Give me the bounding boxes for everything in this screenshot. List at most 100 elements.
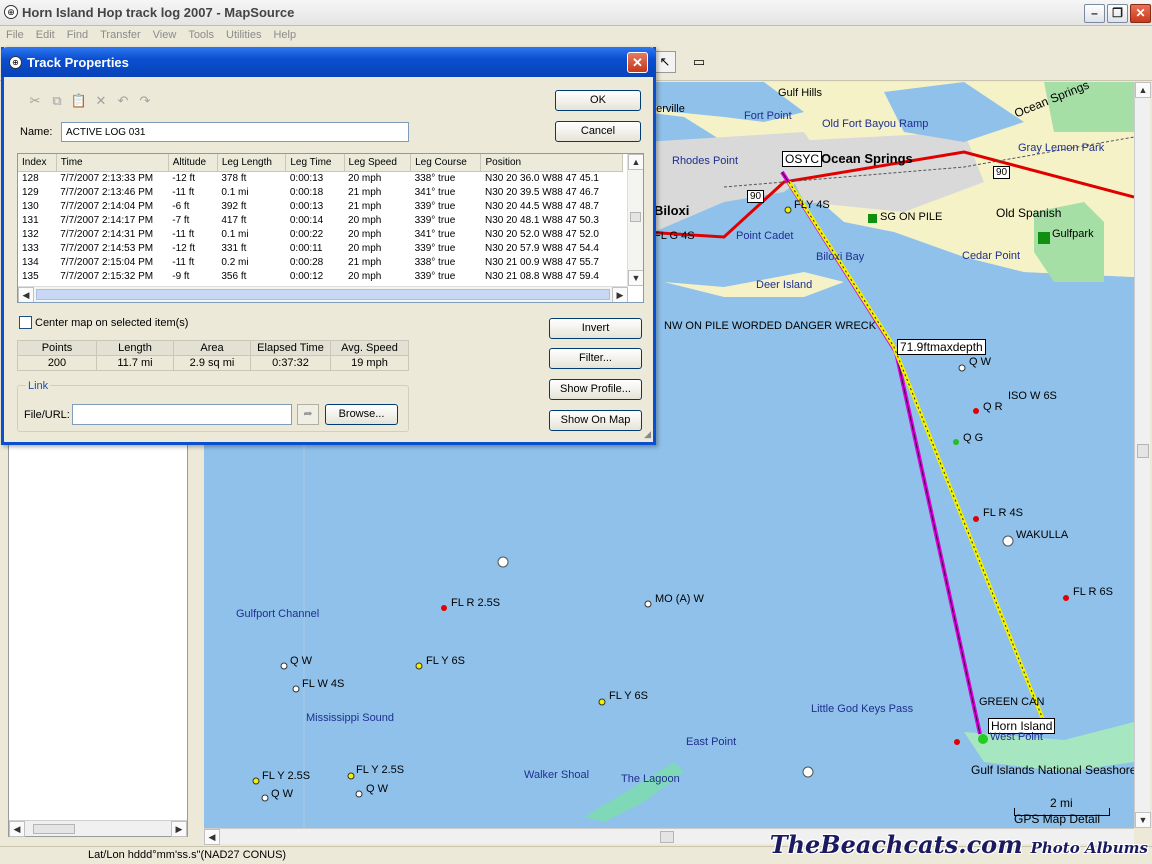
scroll-left-arrow-icon[interactable]: ◀ (18, 287, 34, 302)
table-cell: 339° true (414, 270, 456, 282)
menu-utilities[interactable]: Utilities (220, 26, 267, 41)
table-cell: 132 (22, 228, 39, 240)
deer-island (664, 272, 844, 297)
table-cell: N30 21 00.9 W88 47 55.7 (484, 256, 599, 268)
menu-find[interactable]: Find (61, 26, 94, 41)
scroll-left-arrow-icon[interactable]: ◀ (204, 829, 220, 845)
map-label: GREEN CAN (979, 696, 1045, 708)
table-row[interactable]: 133 7/7/2007 2:14:53 PM -12 ft 331 ft 0:00:1… (18, 241, 623, 255)
scroll-thumb[interactable] (36, 289, 610, 300)
map-label: Mississippi Sound (306, 712, 395, 724)
track-name-input[interactable] (61, 122, 409, 142)
copy-icon[interactable]: ⧉ (46, 93, 68, 111)
menu-transfer[interactable]: Transfer (94, 26, 147, 41)
scroll-up-arrow-icon[interactable]: ▲ (1135, 82, 1151, 98)
scroll-thumb[interactable] (33, 824, 75, 834)
menu-edit[interactable]: Edit (30, 26, 61, 41)
table-row[interactable]: 131 7/7/2007 2:14:17 PM -7 ft 417 ft 0:00:14… (18, 213, 623, 227)
column-header[interactable]: Altitude (168, 154, 218, 172)
table-vertical-scrollbar[interactable]: ▲ ▼ (627, 154, 643, 286)
show-profile-button[interactable]: Show Profile... (549, 379, 642, 400)
column-header[interactable]: Leg Time (285, 154, 345, 172)
map-label: Q W (271, 788, 293, 800)
menu-file[interactable]: File (0, 26, 30, 41)
menu-view[interactable]: View (147, 26, 183, 41)
column-header[interactable]: Leg Length (217, 154, 287, 172)
paste-icon[interactable]: 📋 (68, 93, 90, 111)
ok-button[interactable]: OK (555, 90, 641, 111)
close-button[interactable]: ✕ (1130, 4, 1151, 23)
map-label: FL Y 6S (609, 690, 648, 702)
scroll-right-arrow-icon[interactable]: ▶ (171, 821, 187, 837)
highway-shield: 90 (993, 166, 1011, 179)
menu-help[interactable]: Help (267, 26, 302, 41)
dialog-title-bar[interactable]: ⊕ Track Properties ✕ (1, 47, 656, 77)
left-list-panel[interactable]: ◀ ▶ (8, 444, 188, 837)
red-light-marker (973, 408, 979, 414)
file-url-label: File/URL: (24, 409, 70, 421)
scroll-down-arrow-icon[interactable]: ▼ (1135, 812, 1151, 828)
table-row[interactable]: 128 7/7/2007 2:13:33 PM -12 ft 378 ft 0:00:1… (18, 171, 623, 185)
table-cell: 338° true (414, 256, 456, 268)
delete-icon[interactable]: ✕ (90, 93, 112, 111)
table-cell: -6 ft (172, 200, 190, 212)
table-cell: N30 20 52.0 W88 47 52.0 (484, 228, 599, 240)
map-label: Cedar Point (962, 250, 1021, 262)
map-vertical-scrollbar[interactable]: ▲ ▼ (1134, 82, 1151, 828)
menu-tools[interactable]: Tools (182, 26, 220, 41)
filter-button[interactable]: Filter... (549, 348, 642, 369)
open-link-arrow-icon[interactable]: ➦ (297, 404, 319, 425)
resize-grip-icon[interactable]: ◢ (644, 429, 651, 440)
column-header[interactable]: Leg Course (410, 154, 482, 172)
map-label: Deer Island (756, 279, 813, 291)
column-header[interactable]: Time (56, 154, 169, 172)
scroll-thumb[interactable] (660, 831, 674, 843)
track-points-table[interactable]: Index Time Altitude Leg Length Leg Time … (17, 153, 644, 303)
browse-button[interactable]: Browse... (325, 404, 398, 425)
table-row[interactable]: 132 7/7/2007 2:14:31 PM -11 ft 0.1 mi 0:00:2… (18, 227, 623, 241)
table-cell: -12 ft (172, 172, 196, 184)
table-cell: 0.1 mi (221, 228, 249, 240)
invert-button[interactable]: Invert (549, 318, 642, 339)
scroll-up-arrow-icon[interactable]: ▲ (628, 154, 643, 170)
watermark-main: TheBeachcats.com (769, 830, 1023, 859)
cancel-button[interactable]: Cancel (555, 121, 641, 142)
table-horizontal-scrollbar[interactable]: ◀ ▶ (18, 286, 628, 302)
column-header[interactable]: Leg Speed (344, 154, 412, 172)
measure-tool-icon[interactable]: ▭ (688, 51, 710, 73)
table-cell: 0.2 mi (221, 256, 249, 268)
watermark-sub: Photo Albums (1030, 839, 1148, 857)
edit-toolbar: ✂ ⧉ 📋 ✕ ↶ ↷ (24, 93, 156, 111)
table-cell: 0:00:13 (289, 172, 324, 184)
scroll-thumb[interactable] (630, 212, 641, 222)
table-row[interactable]: 134 7/7/2007 2:15:04 PM -11 ft 0.2 mi 0:00:2… (18, 255, 623, 269)
maximize-button[interactable]: ❐ (1107, 4, 1128, 23)
minimize-button[interactable]: – (1084, 4, 1105, 23)
dialog-close-button[interactable]: ✕ (627, 52, 648, 73)
table-row[interactable]: 129 7/7/2007 2:13:46 PM -11 ft 0.1 mi 0:00:1… (18, 185, 623, 199)
redo-icon[interactable]: ↷ (134, 93, 156, 111)
stat-value: 200 (17, 355, 97, 371)
map-label: ISO W 6S (1008, 390, 1057, 402)
scroll-down-arrow-icon[interactable]: ▼ (628, 270, 643, 286)
show-on-map-button[interactable]: Show On Map (549, 410, 642, 431)
scroll-right-arrow-icon[interactable]: ▶ (612, 287, 628, 302)
column-header[interactable]: Index (18, 154, 57, 172)
table-row[interactable]: 130 7/7/2007 2:14:04 PM -6 ft 392 ft 0:00:13… (18, 199, 623, 213)
select-tool-icon[interactable]: ↖ (654, 51, 676, 73)
scroll-thumb[interactable] (1137, 444, 1149, 458)
center-map-checkbox[interactable] (19, 316, 32, 329)
table-row[interactable]: 135 7/7/2007 2:15:32 PM -9 ft 356 ft 0:00:12… (18, 269, 623, 283)
file-url-input[interactable] (72, 404, 292, 425)
column-header[interactable]: Position (480, 154, 623, 172)
coordinate-format-status: Lat/Lon hddd°mm'ss.s"(NAD27 CONUS) (88, 849, 287, 861)
table-cell: N30 20 39.5 W88 47 46.7 (484, 186, 599, 198)
scale-caption: GPS Map Detail (1014, 812, 1101, 826)
scroll-left-arrow-icon[interactable]: ◀ (9, 821, 25, 837)
left-panel-hscrollbar[interactable]: ◀ ▶ (9, 820, 187, 837)
map-label: Q W (366, 783, 388, 795)
table-cell: 338° true (414, 172, 456, 184)
cut-icon[interactable]: ✂ (24, 93, 46, 111)
scale-distance: 2 mi (1050, 796, 1073, 810)
undo-icon[interactable]: ↶ (112, 93, 134, 111)
